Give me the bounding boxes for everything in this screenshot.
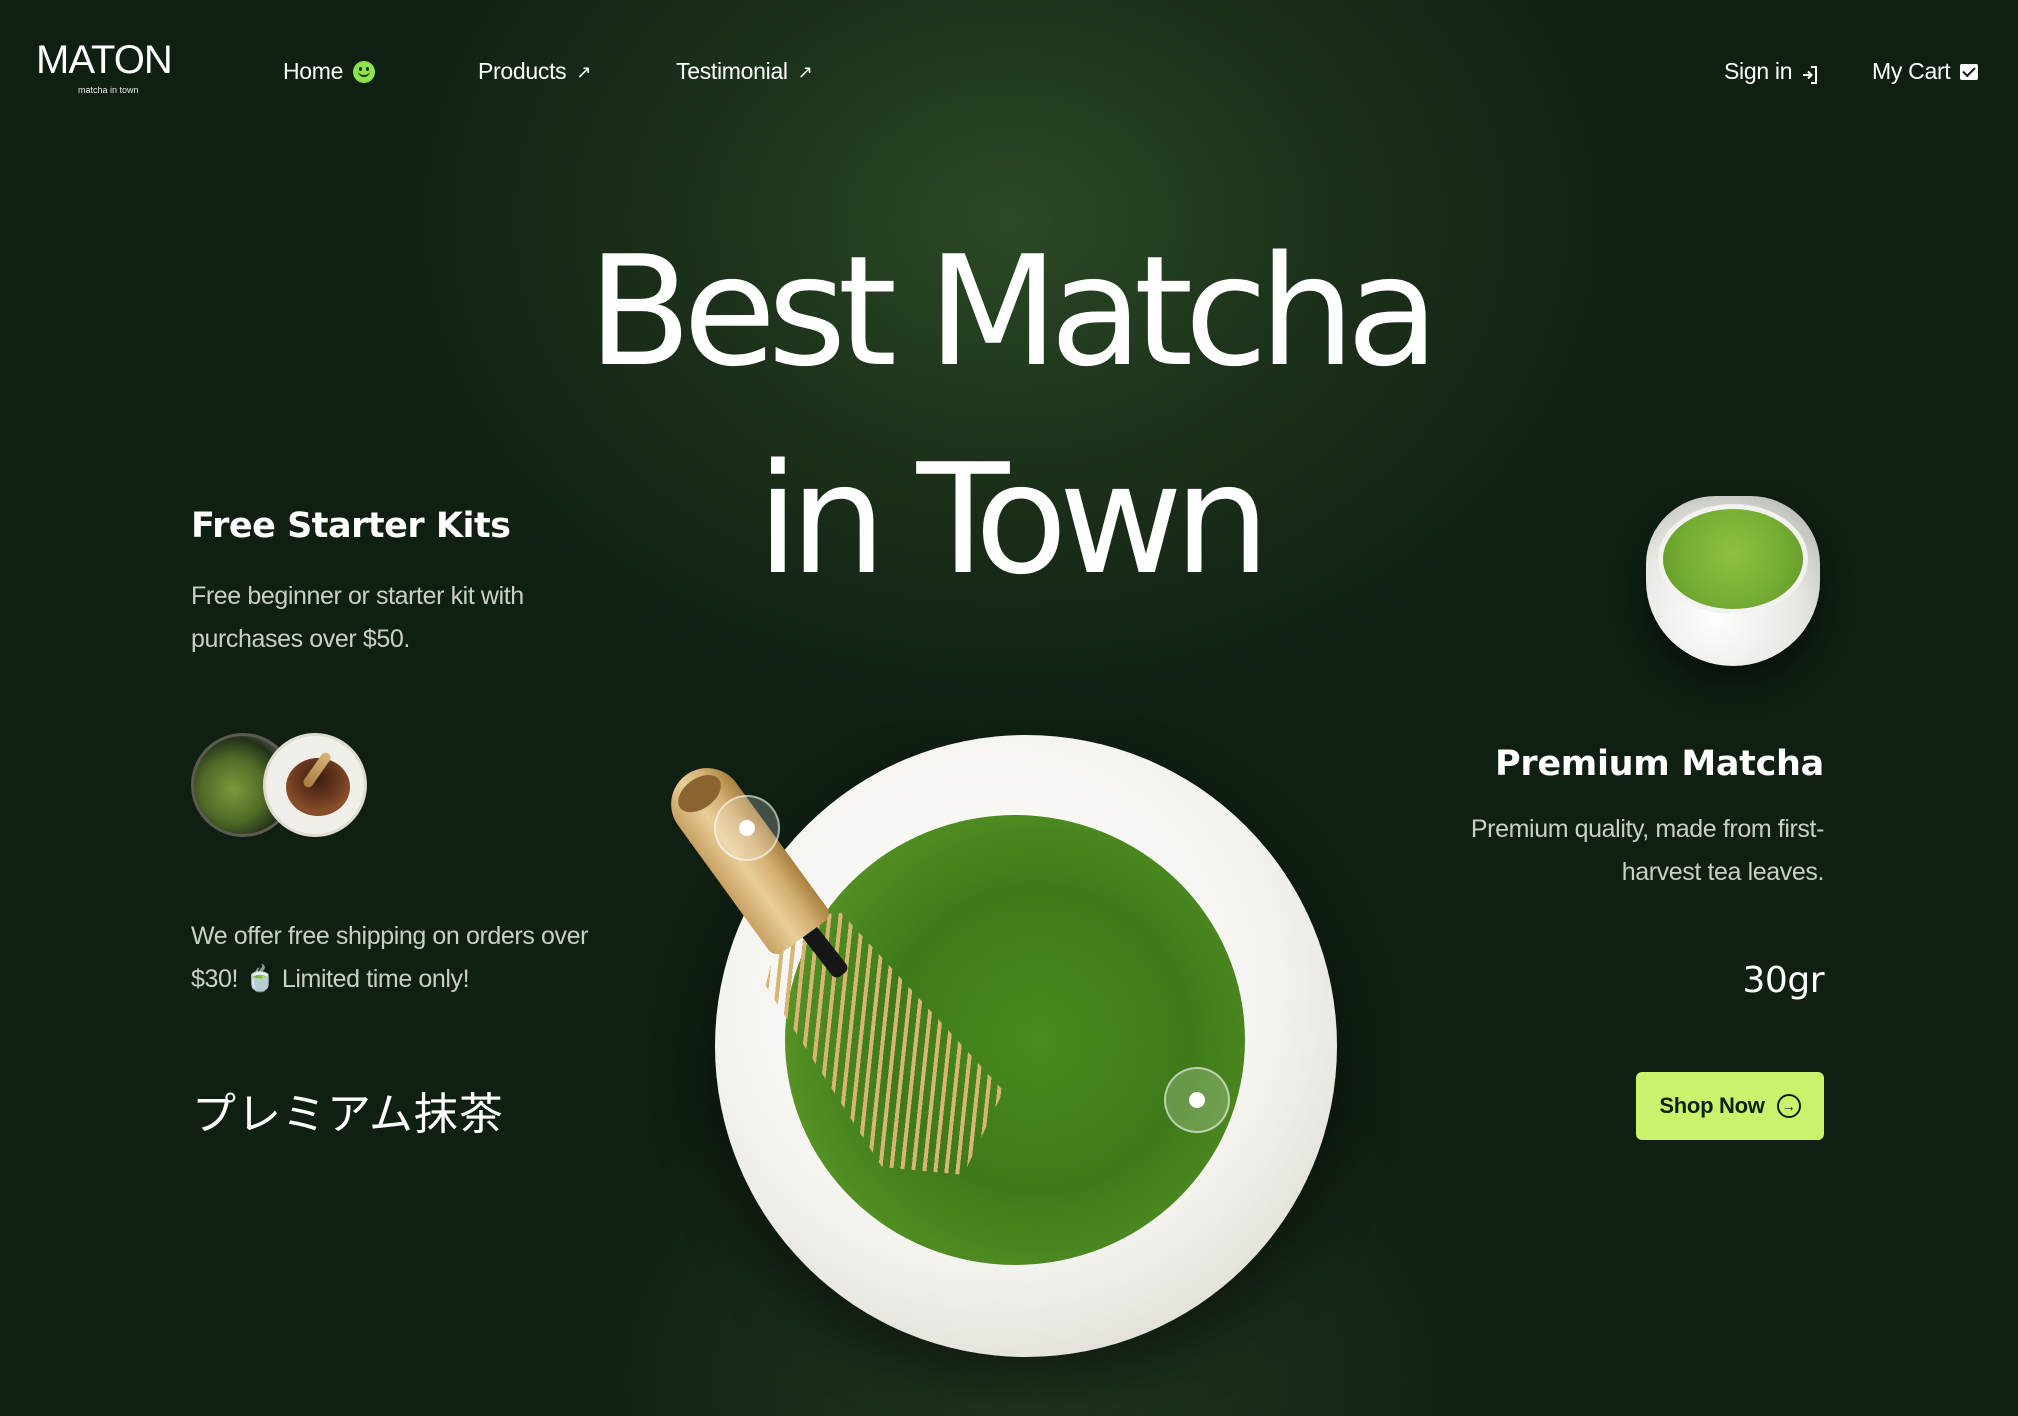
starter-kit-title: Free Starter Kits <box>191 506 511 546</box>
nav-testimonial[interactable]: Testimonial ↗ <box>676 58 813 85</box>
arrow-up-right-icon: ↗ <box>576 61 592 82</box>
smile-icon <box>353 60 376 83</box>
starter-kit-description: Free beginner or starter kit with purcha… <box>191 582 524 653</box>
premium-matcha-description: Premium quality, made from first-harvest… <box>1470 815 1824 886</box>
japanese-tagline: プレミアム抹茶 <box>192 1089 504 1140</box>
starter-kit-thumbnails <box>191 733 371 837</box>
shop-now-label: Shop Now <box>1659 1093 1765 1118</box>
tea-bowl-thumbnail[interactable] <box>263 733 367 837</box>
product-weight: 30gr <box>1742 960 1825 1001</box>
bowl-hotspot[interactable] <box>1164 1067 1230 1133</box>
sign-in-icon <box>1802 63 1818 84</box>
premium-matcha-title: Premium Matcha <box>1495 744 1824 784</box>
brand-logo[interactable]: MATON matcha in town <box>36 38 186 95</box>
cart-icon <box>1960 63 1979 80</box>
nav-testimonial-label: Testimonial <box>676 58 788 84</box>
hero-title-line-1: Best Matcha <box>587 223 1440 400</box>
nav-home-label: Home <box>283 58 344 84</box>
whisk-hotspot[interactable] <box>714 795 780 861</box>
circle-arrow-right-icon: → <box>1776 1094 1801 1118</box>
sign-in-link[interactable]: Sign in <box>1724 58 1818 85</box>
nav-products[interactable]: Products ↗ <box>478 58 591 85</box>
shipping-promo-text: We offer free shipping on orders over $3… <box>191 922 589 993</box>
brand-tagline: matcha in town <box>78 85 139 95</box>
my-cart-link[interactable]: My Cart <box>1872 58 1979 85</box>
brand-name: MATON <box>36 38 173 82</box>
nav-home[interactable]: Home <box>283 58 376 85</box>
my-cart-label: My Cart <box>1872 58 1951 84</box>
shop-now-button[interactable]: Shop Now → <box>1636 1072 1824 1140</box>
sign-in-label: Sign in <box>1724 58 1793 84</box>
matcha-cup-image <box>1646 484 1820 666</box>
arrow-up-right-icon: ↗ <box>797 61 813 82</box>
nav-products-label: Products <box>478 58 567 84</box>
